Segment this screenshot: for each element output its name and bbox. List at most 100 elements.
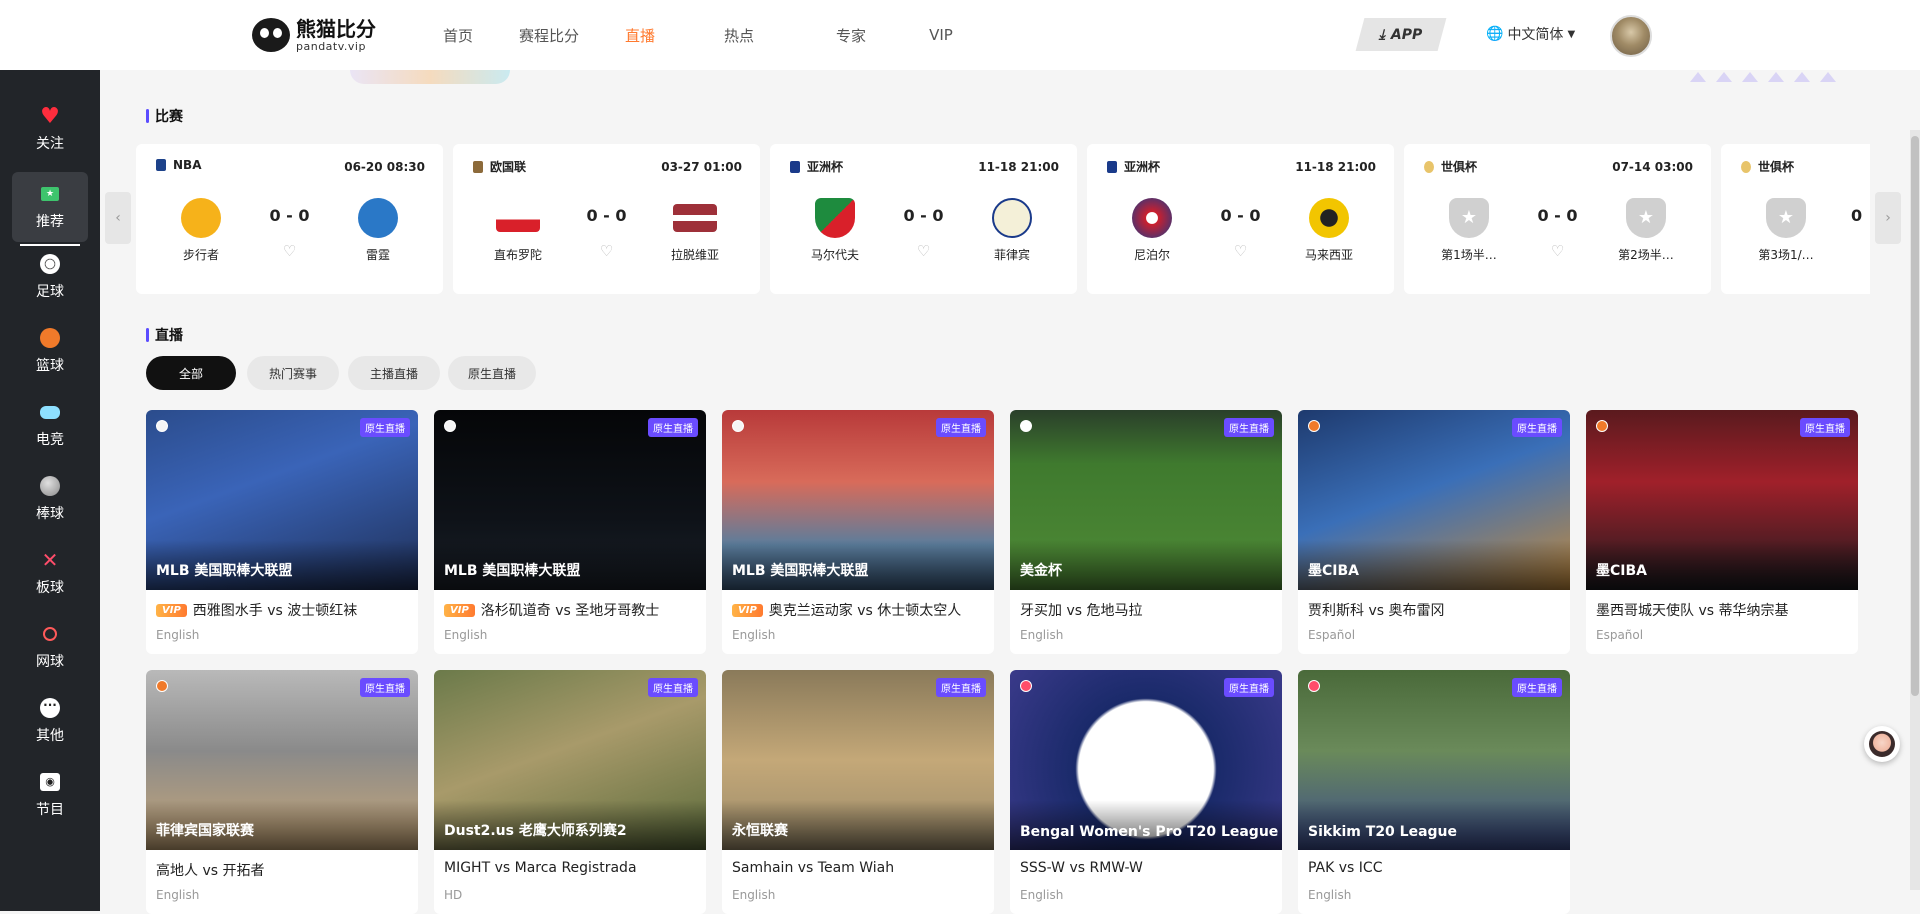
stream-language: English [444, 628, 488, 642]
sidebar-item-tennis[interactable]: 网球 [0, 612, 100, 682]
stream-thumbnail: 原生直播 永恒联赛 [722, 670, 994, 850]
nav-hot[interactable]: 热点 [702, 25, 776, 46]
baseball-icon [39, 475, 61, 497]
tennis-icon [39, 623, 61, 645]
top-bar: 熊猫比分 pandatv.vip 首页 赛程比分 直播 热点 专家 VIP ⤓ … [0, 0, 1920, 70]
stream-card[interactable]: 原生直播 Bengal Women's Pro T20 League SSS-W … [1010, 670, 1282, 914]
main-content: 比赛 ‹ › NBA 06-20 08:30 步行者 0 - 0 ♡ 雷霆 欧国… [100, 70, 1920, 914]
program-icon: ◉ [39, 771, 61, 793]
stream-card[interactable]: 原生直播 MLB 美国职棒大联盟 VIP 西雅图水手 vs 波士顿红袜 Englis… [146, 410, 418, 654]
match-card[interactable]: 亚洲杯 11-18 21:00 尼泊尔 0 - 0 ♡ 马来西亚 [1087, 144, 1394, 294]
match-card[interactable]: 亚洲杯 11-18 21:00 马尔代夫 0 - 0 ♡ 菲律宾 [770, 144, 1077, 294]
stream-card[interactable]: 原生直播 Dust2.us 老鹰大师系列赛2 MIGHT vs Marca Reg… [434, 670, 706, 914]
sidebar-item-other[interactable]: ··· 其他 [0, 686, 100, 756]
vip-badge: VIP [444, 603, 475, 617]
match-time: 11-18 21:00 [978, 160, 1059, 174]
native-live-tag: 原生直播 [1224, 418, 1274, 437]
sidebar-item-recommend[interactable]: ★ 推荐 [12, 172, 88, 246]
stream-league: 墨CIBA [1596, 563, 1647, 579]
sidebar-item-label: 关注 [36, 136, 64, 152]
filter-native-live[interactable]: 原生直播 [448, 356, 536, 390]
league-icon [790, 160, 800, 173]
match-card[interactable]: NBA 06-20 08:30 步行者 0 - 0 ♡ 雷霆 [136, 144, 443, 294]
match-card[interactable]: 世俱杯 07-14 03:00 ★ 第1场半… 0 - 0 ♡ ★ 第2场半… [1404, 144, 1711, 294]
sidebar-item-basketball[interactable]: 篮球 [0, 316, 100, 386]
stream-language: Español [1308, 628, 1356, 642]
away-team: 拉脱维亚 [670, 248, 719, 262]
logo-title: 熊猫比分 [296, 16, 376, 41]
nav-vip[interactable]: VIP [904, 26, 978, 44]
stream-language: HD [444, 888, 463, 902]
logo[interactable]: 熊猫比分 pandatv.vip [252, 18, 376, 52]
match-card[interactable]: 欧国联 03-27 01:00 直布罗陀 0 - 0 ♡ 拉脱维亚 [453, 144, 760, 294]
stream-thumbnail: 原生直播 墨CIBA [1586, 410, 1858, 590]
trophy-icon [1424, 160, 1434, 173]
away-team: 雷霆 [365, 248, 390, 262]
matches-prev-button[interactable]: ‹ [105, 192, 131, 244]
live-section-title: 直播 [146, 325, 183, 345]
match-time: 11-18 21:00 [1295, 160, 1376, 174]
vip-badge: VIP [156, 603, 187, 617]
baseball-icon [444, 420, 456, 432]
chevron-left-icon: ‹ [115, 210, 121, 226]
cricket-icon [1308, 680, 1320, 692]
nav-experts[interactable]: 专家 [814, 25, 888, 46]
stream-thumbnail: 原生直播 MLB 美国职棒大联盟 [434, 410, 706, 590]
match-card[interactable]: 世俱杯 ★ 第3场1/… 0 [1721, 144, 1870, 294]
basketball-icon [1308, 420, 1320, 432]
banner-edge [350, 70, 510, 84]
stream-card[interactable]: 原生直播 MLB 美国职棒大联盟 VIP 洛杉矶道奇 vs 圣地牙哥教士 Engli… [434, 410, 706, 654]
gamepad-icon [39, 401, 61, 423]
sidebar-item-cricket[interactable]: ✕ 板球 [0, 538, 100, 608]
app-download-button[interactable]: ⤓ APP [1355, 18, 1447, 51]
away-team: 马来西亚 [1304, 248, 1353, 262]
stream-language: English [1308, 888, 1352, 902]
nav-schedule[interactable]: 赛程比分 [505, 25, 593, 46]
stream-card[interactable]: 原生直播 Sikkim T20 League PAK vs ICC English [1298, 670, 1570, 914]
download-icon: ⤓ [1379, 26, 1386, 43]
match-time: 03-27 01:00 [661, 160, 742, 174]
stream-card[interactable]: 原生直播 菲律宾国家联赛 高地人 vs 开拓者 English [146, 670, 418, 914]
panda-logo-icon [252, 18, 290, 52]
app-label: APP [1391, 26, 1423, 43]
customer-service-avatar[interactable] [1864, 726, 1900, 762]
stream-card[interactable]: 原生直播 永恒联赛 Samhain vs Team Wiah English [722, 670, 994, 914]
stream-card[interactable]: 原生直播 墨CIBA 贾利斯科 vs 奥布雷冈 Español [1298, 410, 1570, 654]
stream-title: 贾利斯科 vs 奥布雷冈 [1308, 603, 1445, 619]
user-avatar[interactable] [1610, 15, 1652, 57]
sidebar-item-program[interactable]: ◉ 节目 [0, 760, 100, 830]
stream-title: 高地人 vs 开拓者 [156, 863, 265, 879]
stream-thumbnail: 原生直播 MLB 美国职棒大联盟 [146, 410, 418, 590]
match-league: 亚洲杯 [807, 160, 844, 174]
stream-language: English [156, 888, 200, 902]
language-select[interactable]: 🌐 中文简体 ▼ [1486, 24, 1575, 44]
stream-league: MLB 美国职棒大联盟 [444, 563, 581, 579]
stream-title: PAK vs ICC [1308, 860, 1383, 876]
sidebar-item-label: 足球 [36, 284, 64, 300]
stream-card[interactable]: 原生直播 墨CIBA 墨西哥城天使队 vs 蒂华纳宗基 Español [1586, 410, 1858, 654]
stream-thumbnail: 原生直播 美金杯 [1010, 410, 1282, 590]
match-league: 欧国联 [490, 160, 527, 174]
heart-icon: ♥ [40, 103, 60, 129]
sidebar-item-label: 电竞 [36, 432, 64, 448]
away-team: 第2场半… [1618, 248, 1674, 262]
filter-all[interactable]: 全部 [146, 356, 236, 390]
sidebar-item-baseball[interactable]: 棒球 [0, 464, 100, 534]
sidebar-item-esports[interactable]: 电竞 [0, 390, 100, 460]
stream-thumbnail: 原生直播 MLB 美国职棒大联盟 [722, 410, 994, 590]
filter-hot-events[interactable]: 热门赛事 [247, 356, 339, 390]
page-scrollbar-thumb[interactable] [1911, 136, 1919, 696]
team-logo [358, 198, 398, 238]
football-icon [1020, 420, 1032, 432]
stream-card[interactable]: 原生直播 美金杯 牙买加 vs 危地马拉 English [1010, 410, 1282, 654]
native-live-tag: 原生直播 [648, 418, 698, 437]
filter-host-live[interactable]: 主播直播 [348, 356, 440, 390]
match-league: 世俱杯 [1758, 160, 1795, 174]
nav-live[interactable]: 直播 [603, 25, 677, 46]
stream-card[interactable]: 原生直播 MLB 美国职棒大联盟 VIP 奥克兰运动家 vs 休士顿太空人 Engl… [722, 410, 994, 654]
nav-home[interactable]: 首页 [421, 25, 495, 46]
stream-language: English [732, 628, 776, 642]
matches-next-button[interactable]: › [1875, 192, 1901, 244]
sidebar-item-follow[interactable]: ♥ 关注 [0, 94, 100, 164]
sidebar-item-football[interactable]: 足球 [0, 242, 100, 312]
